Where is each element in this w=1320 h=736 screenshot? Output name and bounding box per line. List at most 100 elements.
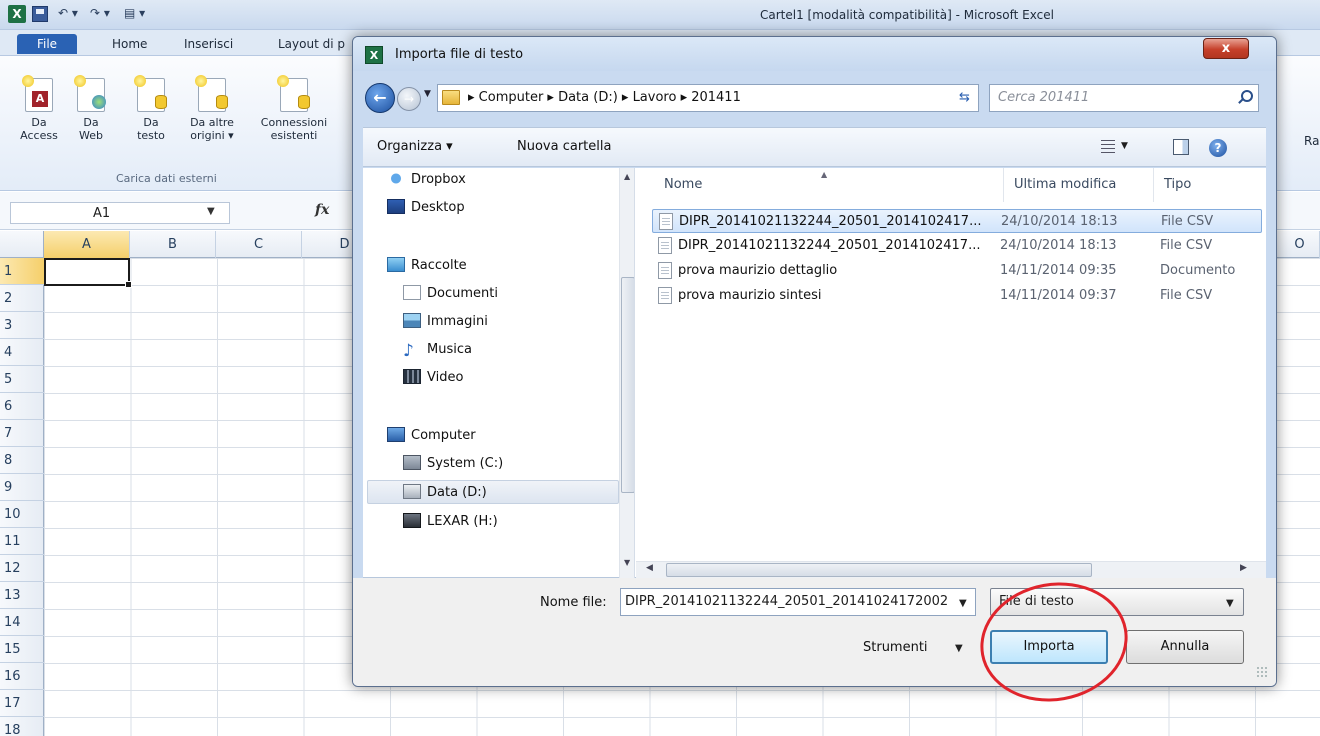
fx-icon[interactable]: fx	[315, 202, 329, 218]
nav-item-data-d[interactable]: Data (D:)	[367, 480, 619, 504]
row-header[interactable]: 12	[0, 555, 44, 582]
existing-connections-button[interactable]: Connessioni esistenti	[256, 75, 332, 142]
back-button[interactable]: ←	[365, 83, 395, 113]
quick-access-customize-icon[interactable]: ▤ ▾	[124, 6, 145, 24]
row-header[interactable]: 1	[0, 258, 44, 285]
chevron-down-icon[interactable]: ▼	[1226, 598, 1234, 609]
row-header[interactable]: 18	[0, 717, 44, 736]
close-button[interactable]: x	[1203, 38, 1249, 59]
refresh-icon[interactable]: ⇆	[951, 84, 979, 112]
preview-pane-icon[interactable]	[1173, 139, 1189, 155]
row-header[interactable]: 13	[0, 582, 44, 609]
row-header[interactable]: 4	[0, 339, 44, 366]
view-options-icon[interactable]	[1101, 140, 1115, 154]
undo-icon[interactable]: ↶ ▾	[58, 6, 78, 24]
nav-item-documents[interactable]: Documenti	[403, 282, 498, 306]
navigation-row: ← → ▼ ▸ Computer ▸ Data (D:) ▸ Lavoro ▸ …	[353, 71, 1276, 125]
address-path[interactable]: ▸ Computer ▸ Data (D:) ▸ Lavoro ▸ 201411	[468, 90, 741, 105]
cancel-button[interactable]: Annulla	[1126, 630, 1244, 664]
nav-item-video[interactable]: Video	[403, 366, 463, 390]
row-header[interactable]: 7	[0, 420, 44, 447]
organize-button[interactable]: Organizza ▾	[377, 139, 453, 154]
scroll-down-icon[interactable]: ▼	[624, 558, 630, 567]
redo-icon[interactable]: ↷ ▾	[90, 6, 110, 24]
resize-grip-icon[interactable]	[1256, 666, 1268, 678]
search-icon[interactable]	[1241, 90, 1253, 102]
nav-item-system-c[interactable]: System (C:)	[403, 452, 503, 476]
forward-button[interactable]: →	[397, 87, 421, 111]
file-row[interactable]: DIPR_20141021132244_20501_2014102417... …	[652, 234, 1262, 258]
row-header[interactable]: 2	[0, 285, 44, 312]
search-input[interactable]: Cerca 201411	[989, 84, 1259, 112]
nav-item-label: LEXAR (H:)	[427, 514, 498, 529]
new-folder-button[interactable]: Nuova cartella	[517, 139, 611, 154]
tab-home[interactable]: Home	[106, 34, 153, 54]
active-cell-a1[interactable]	[44, 258, 132, 288]
nav-item-libraries[interactable]: Raccolte	[387, 254, 467, 278]
recent-locations-icon[interactable]: ▼	[424, 89, 431, 99]
row-header[interactable]: 14	[0, 609, 44, 636]
address-bar[interactable]: ▸ Computer ▸ Data (D:) ▸ Lavoro ▸ 201411…	[437, 84, 979, 112]
column-header-a[interactable]: A	[44, 231, 130, 258]
scroll-up-icon[interactable]: ▲	[624, 172, 630, 181]
nav-item-desktop[interactable]: Desktop	[387, 196, 465, 220]
row-header[interactable]: 16	[0, 663, 44, 690]
tab-layout[interactable]: Layout di p	[272, 34, 351, 54]
tools-button[interactable]: Strumenti	[863, 640, 928, 655]
select-all-corner[interactable]	[0, 231, 44, 258]
file-row[interactable]: prova maurizio dettaglio 14/11/2014 09:3…	[652, 259, 1262, 283]
column-header-c[interactable]: C	[216, 231, 302, 258]
file-name-input[interactable]: DIPR_20141021132244_20501_20141024172002	[620, 588, 976, 616]
row-header[interactable]: 5	[0, 366, 44, 393]
row-header[interactable]: 11	[0, 528, 44, 555]
ribbon-right-label: Ra	[1304, 134, 1320, 148]
scroll-right-icon[interactable]: ▶	[1240, 563, 1247, 573]
nav-item-label: Documenti	[427, 286, 498, 301]
nav-item-music[interactable]: Musica	[403, 338, 472, 362]
row-header[interactable]: 15	[0, 636, 44, 663]
column-divider[interactable]	[1003, 168, 1004, 202]
file-row[interactable]: prova maurizio sintesi 14/11/2014 09:37 …	[652, 284, 1262, 308]
help-icon[interactable]: ?	[1209, 139, 1227, 157]
nav-item-lexar-h[interactable]: LEXAR (H:)	[403, 510, 498, 534]
desktop-icon	[387, 199, 405, 214]
file-list-horizontal-scrollbar[interactable]: ◀ ▶	[636, 561, 1266, 578]
column-header-modified[interactable]: Ultima modifica	[1014, 177, 1116, 192]
column-header-b[interactable]: B	[130, 231, 216, 258]
row-header[interactable]: 6	[0, 393, 44, 420]
column-divider[interactable]	[1153, 168, 1154, 202]
scrollbar-thumb[interactable]	[666, 563, 1092, 577]
column-header-o[interactable]: O	[1280, 231, 1320, 258]
nav-item-computer[interactable]: Computer	[387, 424, 476, 448]
chevron-down-icon[interactable]: ▼	[1121, 141, 1128, 151]
column-header-type[interactable]: Tipo	[1164, 177, 1191, 192]
chevron-down-icon[interactable]: ▼	[959, 598, 967, 609]
file-name-label: Nome file:	[540, 595, 607, 610]
file-type: File CSV	[1161, 214, 1214, 229]
dialog-titlebar[interactable]: X Importa file di testo x	[353, 37, 1276, 71]
chevron-down-icon[interactable]: ▼	[955, 643, 963, 654]
chevron-down-icon[interactable]: ▼	[207, 206, 215, 217]
row-header[interactable]: 10	[0, 501, 44, 528]
from-web-button[interactable]: Da Web	[68, 75, 114, 142]
nav-item-images[interactable]: Immagini	[403, 310, 488, 334]
scrollbar-thumb[interactable]	[621, 277, 634, 493]
row-header[interactable]: 17	[0, 690, 44, 717]
column-header-name[interactable]: Nome	[664, 177, 702, 192]
row-header[interactable]: 8	[0, 447, 44, 474]
name-box[interactable]: A1 ▼	[10, 202, 230, 224]
file-date: 24/10/2014 18:13	[1000, 238, 1117, 253]
tab-file[interactable]: File	[17, 34, 77, 54]
from-other-sources-button[interactable]: Da altre origini ▾	[182, 75, 242, 142]
save-icon[interactable]	[32, 6, 48, 22]
from-access-button[interactable]: A Da Access	[14, 75, 64, 142]
access-icon: A	[22, 75, 53, 112]
nav-item-dropbox[interactable]: Dropbox	[387, 168, 466, 192]
scroll-left-icon[interactable]: ◀	[646, 563, 653, 573]
tab-inserisci[interactable]: Inserisci	[178, 34, 239, 54]
nav-pane-scrollbar[interactable]: ▲ ▼	[619, 168, 634, 578]
row-header[interactable]: 3	[0, 312, 44, 339]
row-header[interactable]: 9	[0, 474, 44, 501]
from-text-button[interactable]: Da testo	[128, 75, 174, 142]
file-row[interactable]: DIPR_20141021132244_20501_2014102417... …	[652, 209, 1262, 233]
